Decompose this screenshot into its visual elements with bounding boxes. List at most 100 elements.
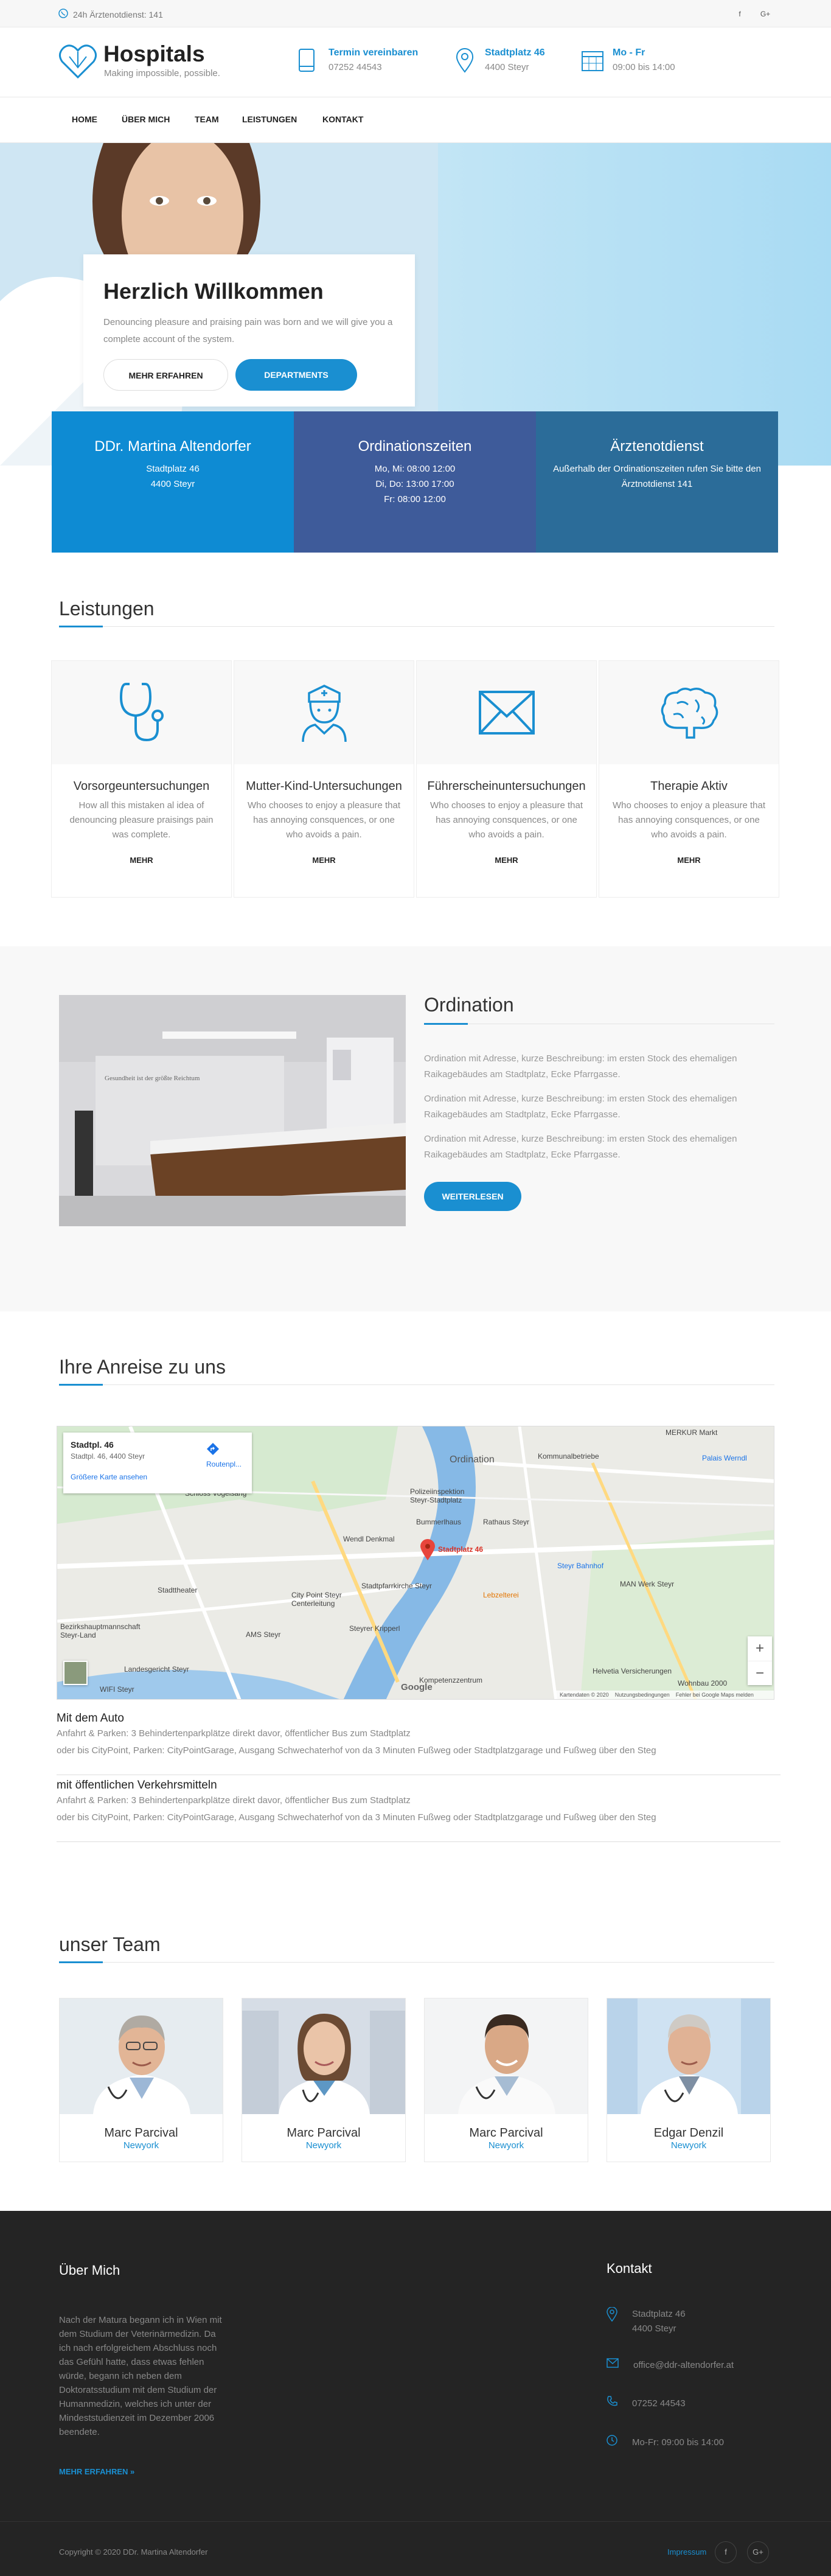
- service-text: Who chooses to enjoy a pleasure that has…: [613, 800, 765, 840]
- service-title: Vorsorgeuntersuchungen: [73, 780, 210, 793]
- service-card[interactable]: Therapie Aktiv Who chooses to enjoy a pl…: [599, 660, 779, 898]
- map-label: Lebzelterei: [483, 1591, 519, 1599]
- more-link[interactable]: MEHR: [234, 856, 414, 865]
- google-map[interactable]: Stadtplatz 46 Ordination Schloss Vogelsa…: [57, 1426, 774, 1700]
- service-card[interactable]: Führerscheinuntersuchungen Who chooses t…: [416, 660, 597, 898]
- map-info-card: Stadtpl. 46 Stadtpl. 46, 4400 Steyr Größ…: [63, 1433, 252, 1493]
- service-text: Who chooses to enjoy a pleasure that has…: [248, 800, 400, 840]
- map-data-credit: Kartendaten © 2020: [560, 1692, 609, 1698]
- departments-button[interactable]: DEPARTMENTS: [235, 359, 357, 391]
- directions-icon[interactable]: [206, 1442, 220, 1459]
- footer-contact-list: Stadtplatz 46 4400 Steyr office@ddr-alten…: [607, 2306, 734, 2451]
- more-link[interactable]: MEHR: [599, 856, 779, 865]
- member-city: Newyork: [123, 2140, 159, 2151]
- member-name: Marc Parcival: [287, 2126, 361, 2140]
- team-photo: [242, 1998, 405, 2114]
- map-label: Steyr Bahnhof: [557, 1562, 604, 1570]
- nav-home[interactable]: HOME: [72, 114, 97, 124]
- logo-heart-icon[interactable]: [58, 43, 97, 83]
- travel-item-line: oder bis CityPoint, Parken: CityPointGar…: [57, 1745, 656, 1756]
- title-underline: [424, 1023, 468, 1025]
- map-label: Kommunalbetriebe: [538, 1452, 599, 1461]
- map-label: Bezirkshauptmannschaft Steyr-Land: [60, 1622, 141, 1639]
- impressum-link[interactable]: Impressum: [667, 2547, 706, 2557]
- travel-item-line: Anfahrt & Parken: 3 Behindertenparkplätz…: [57, 1728, 411, 1739]
- team-title: unser Team: [59, 1933, 161, 1955]
- member-name: Marc Parcival: [104, 2126, 178, 2140]
- contact-phone[interactable]: 07252 44543: [607, 2396, 734, 2412]
- contact-line[interactable]: office@ddr-altendorfer.at: [633, 2358, 734, 2373]
- emergency-phone-text: 24h Ärztenotdienst: 141: [73, 9, 163, 19]
- more-link[interactable]: MEHR: [417, 856, 596, 865]
- more-link[interactable]: MEHR: [52, 856, 231, 865]
- ordination-paragraph: Ordination mit Adresse, kurze Beschreibu…: [424, 1134, 737, 1160]
- box-line: Di, Do: 13:00 17:00: [375, 479, 454, 489]
- larger-map-link[interactable]: Größere Karte ansehen: [71, 1473, 245, 1481]
- footer-contact-title: Kontakt: [607, 2261, 652, 2276]
- map-label: MAN Werk Steyr: [620, 1580, 675, 1588]
- read-more-button[interactable]: WEITERLESEN: [424, 1182, 521, 1211]
- contact-line[interactable]: 07252 44543: [632, 2396, 686, 2411]
- footer-learn-more-link[interactable]: MEHR ERFAHREN »: [59, 2467, 134, 2476]
- title-underline: [59, 626, 103, 627]
- team-card[interactable]: Marc Parcival Newyork: [242, 1998, 406, 2162]
- box-title: Ordinationszeiten: [358, 438, 472, 455]
- main-nav: HOME ÜBER MICH TEAM LEISTUNGEN KONTAKT: [0, 97, 831, 143]
- route-planner-link[interactable]: Routenpl...: [206, 1460, 242, 1468]
- map-label: Landesgericht Steyr: [124, 1665, 189, 1674]
- terms-link[interactable]: Nutzungsbedingungen: [615, 1692, 670, 1699]
- contact-address: Stadtplatz 46 4400 Steyr: [607, 2306, 734, 2336]
- service-title: Führerscheinuntersuchungen: [427, 780, 586, 793]
- box-title: Ärztenotdienst: [610, 438, 704, 455]
- service-card[interactable]: Vorsorgeuntersuchungen How all this mist…: [51, 660, 232, 898]
- zoom-out-button[interactable]: −: [748, 1661, 772, 1685]
- facebook-icon[interactable]: f: [715, 2541, 737, 2563]
- box-line: Fr: 08:00 12:00: [384, 494, 446, 504]
- team-photo: [425, 1998, 588, 2114]
- zoom-in-button[interactable]: +: [748, 1636, 772, 1661]
- info-title: Stadtplatz 46: [485, 47, 545, 58]
- info-sub: 09:00 bis 14:00: [613, 62, 675, 72]
- info-title: Mo - Fr: [613, 47, 645, 58]
- calendar-icon: [581, 49, 604, 75]
- report-error-link[interactable]: Fehler bei Google Maps melden: [676, 1692, 754, 1699]
- map-pin-icon[interactable]: [420, 1539, 436, 1564]
- logo-subtitle: Making impossible, possible.: [104, 68, 220, 79]
- box-title: DDr. Martina Altendorfer: [94, 438, 251, 455]
- site-header: Hospitals Making impossible, possible. T…: [0, 27, 831, 97]
- brain-icon: [599, 661, 779, 764]
- ordination-paragraph: Ordination mit Adresse, kurze Beschreibu…: [424, 1094, 737, 1120]
- member-city: Newyork: [670, 2140, 707, 2151]
- title-rule: [103, 1962, 774, 1963]
- box-line: 4400 Steyr: [150, 479, 195, 489]
- mail-icon: [607, 2358, 619, 2373]
- services-title: Leistungen: [59, 598, 155, 620]
- nav-team[interactable]: TEAM: [195, 114, 219, 124]
- footer-about-title: Über Mich: [59, 2263, 120, 2278]
- member-city: Newyork: [305, 2140, 342, 2151]
- header-info-address: Stadtplatz 46 4400 Steyr: [485, 47, 545, 72]
- ordination-text: Ordination mit Adresse, kurze Beschreibu…: [424, 1051, 765, 1163]
- logo-title[interactable]: Hospitals: [103, 41, 205, 67]
- map-label: MERKUR Markt: [666, 1428, 718, 1437]
- team-card[interactable]: Marc Parcival Newyork: [59, 1998, 223, 2162]
- googleplus-icon[interactable]: G+: [759, 7, 772, 21]
- nav-contact[interactable]: KONTAKT: [322, 114, 363, 124]
- learn-more-button[interactable]: MEHR ERFAHREN: [103, 359, 228, 391]
- facebook-icon[interactable]: f: [733, 7, 746, 21]
- team-card[interactable]: Marc Parcival Newyork: [424, 1998, 588, 2162]
- phone-icon: [58, 9, 68, 20]
- contact-email[interactable]: office@ddr-altendorfer.at: [607, 2358, 734, 2373]
- service-card[interactable]: Mutter-Kind-Untersuchungen Who chooses t…: [234, 660, 414, 898]
- satellite-toggle[interactable]: [63, 1661, 88, 1685]
- travel-item-line: oder bis CityPoint, Parken: CityPointGar…: [57, 1812, 656, 1823]
- travel-item-public: mit öffentlichen Verkehrsmitteln Anfahrt…: [57, 1779, 781, 1842]
- nav-services[interactable]: LEISTUNGEN: [242, 114, 297, 124]
- nav-about[interactable]: ÜBER MICH: [122, 114, 170, 124]
- team-card[interactable]: Edgar Denzil Newyork: [607, 1998, 771, 2162]
- googleplus-icon[interactable]: G+: [747, 2541, 769, 2563]
- map-label: Polizeiinspektion Steyr-Stadtplatz: [410, 1487, 465, 1504]
- info-box-doctor: DDr. Martina Altendorfer Stadtplatz 46 4…: [52, 411, 294, 553]
- ordination-section: Gesundheit ist der größte Reichtum Ordin…: [0, 946, 831, 1311]
- zoom-controls: + −: [748, 1636, 772, 1685]
